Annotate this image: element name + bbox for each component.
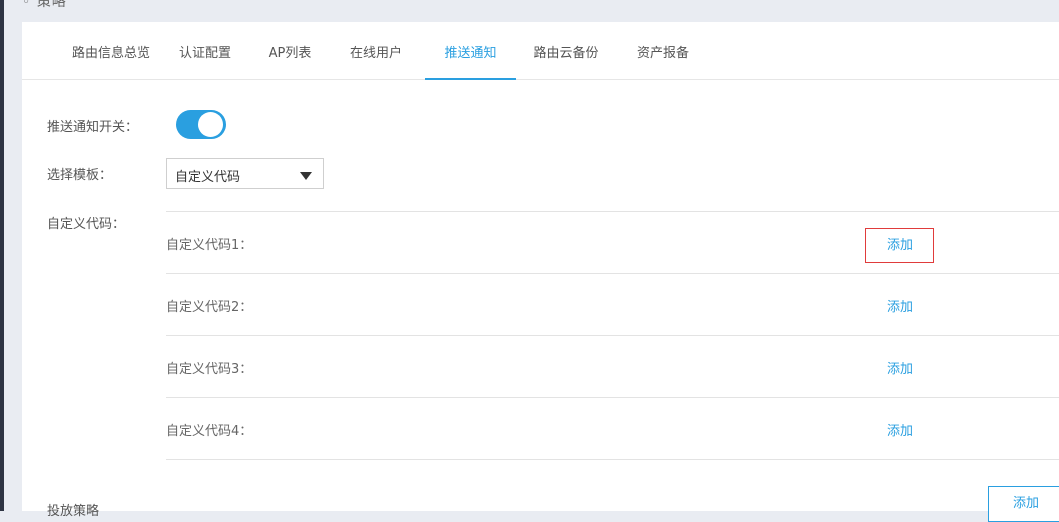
delivery-policy-label: 投放策略	[47, 504, 100, 519]
template-select[interactable]: 自定义代码	[166, 158, 324, 189]
custom-code-label: 自定义代码：	[47, 217, 126, 232]
page-title: ◦ 策略	[22, 0, 67, 10]
push-notification-toggle[interactable]	[176, 110, 226, 139]
custom-code-4-label: 自定义代码4：	[166, 424, 253, 439]
custom-code-row-1: 自定义代码1： 添加	[166, 211, 1059, 273]
custom-code-row-2: 自定义代码2： 添加	[166, 273, 1059, 335]
tab-auth-config[interactable]: 认证配置	[164, 22, 246, 79]
custom-code-4-add-link[interactable]: 添加	[887, 420, 913, 439]
custom-code-1-add-link[interactable]: 添加	[887, 234, 913, 253]
push-switch-label: 推送通知开关：	[47, 120, 139, 135]
custom-code-3-add-link[interactable]: 添加	[887, 358, 913, 377]
tab-asset-report[interactable]: 资产报备	[627, 22, 699, 79]
tab-online-users[interactable]: 在线用户	[335, 22, 417, 79]
custom-code-3-label: 自定义代码3：	[166, 362, 253, 377]
tab-bar: 路由信息总览 认证配置 AP列表 在线用户 推送通知 路由云备份 资产报备	[22, 22, 1059, 80]
custom-code-row-4: 自定义代码4： 添加	[166, 397, 1059, 460]
custom-code-row-3: 自定义代码3： 添加	[166, 335, 1059, 397]
custom-code-2-add-link[interactable]: 添加	[887, 296, 913, 315]
content-panel: 路由信息总览 认证配置 AP列表 在线用户 推送通知 路由云备份 资产报备 推送…	[22, 22, 1059, 522]
tab-router-overview[interactable]: 路由信息总览	[44, 22, 178, 79]
tab-push-notification[interactable]: 推送通知	[425, 22, 516, 80]
template-label: 选择模板：	[47, 168, 113, 183]
page-header-strip: ◦ 策略	[4, 0, 1059, 22]
custom-code-1-label: 自定义代码1：	[166, 238, 253, 253]
tab-router-cloud-backup[interactable]: 路由云备份	[524, 22, 608, 79]
custom-code-2-label: 自定义代码2：	[166, 300, 253, 315]
toggle-knob	[198, 112, 223, 137]
tab-ap-list[interactable]: AP列表	[255, 22, 325, 79]
add-policy-button[interactable]: 添加	[988, 486, 1059, 522]
custom-code-list: 自定义代码1： 添加 自定义代码2： 添加 自定义代码3： 添加 自定义代码4：…	[166, 211, 1059, 460]
template-select-value: 自定义代码	[175, 170, 241, 185]
left-sidebar-edge	[0, 0, 4, 511]
caret-down-icon	[300, 172, 312, 180]
